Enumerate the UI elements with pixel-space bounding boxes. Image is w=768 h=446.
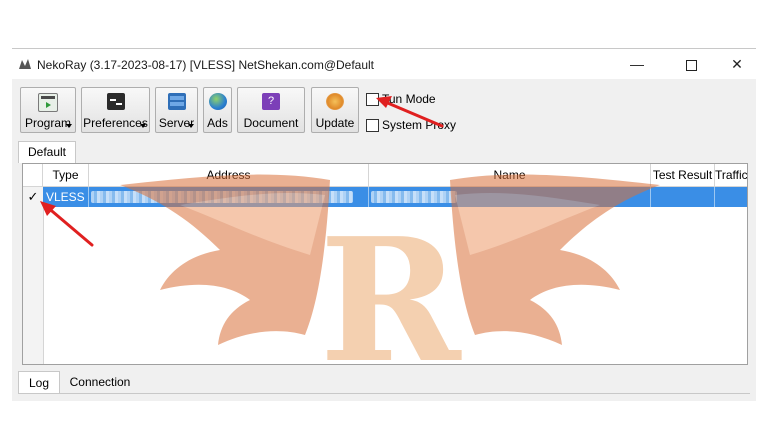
- ads-button[interactable]: Ads: [203, 87, 232, 133]
- ads-label: Ads: [207, 116, 228, 130]
- tun-mode-label: Tun Mode: [382, 92, 436, 106]
- preferences-button[interactable]: Preferences: [81, 87, 150, 133]
- program-button[interactable]: Program: [20, 87, 76, 133]
- program-icon: [38, 93, 58, 112]
- blurred-address: [91, 191, 353, 203]
- header-traffic[interactable]: Traffic: [715, 164, 747, 186]
- system-proxy-label: System Proxy: [382, 118, 457, 132]
- chevron-down-icon: [188, 124, 194, 128]
- check-icon: ✓: [23, 187, 43, 207]
- title-bar: NekoRay (3.17-2023-08-17) [VLESS] NetShe…: [12, 49, 756, 79]
- close-icon: ✕: [731, 56, 743, 72]
- document-label: Document: [243, 116, 299, 130]
- system-proxy-checkbox[interactable]: [366, 119, 379, 132]
- update-button[interactable]: Update: [311, 87, 359, 133]
- server-icon: [167, 93, 186, 110]
- document-button[interactable]: ? Document: [237, 87, 305, 133]
- cell-name: [369, 187, 651, 207]
- maximize-icon: [685, 59, 697, 71]
- header-address[interactable]: Address: [89, 164, 369, 186]
- update-label: Update: [315, 116, 355, 130]
- bottom-tab-bar: Log Connection: [18, 371, 750, 394]
- minimize-icon: —: [630, 56, 644, 72]
- tab-default[interactable]: Default: [18, 141, 76, 163]
- cell-test-result: [651, 187, 715, 207]
- app-icon: [19, 59, 31, 69]
- help-book-icon: ?: [262, 93, 280, 110]
- chevron-down-icon: [66, 124, 72, 128]
- maximize-button[interactable]: [668, 49, 714, 79]
- chevron-down-icon: [140, 124, 146, 128]
- cell-traffic: [715, 187, 747, 207]
- tun-mode-checkbox[interactable]: [366, 93, 379, 106]
- table-row[interactable]: ✓ VLESS: [23, 187, 747, 207]
- cell-address: [89, 187, 369, 207]
- preferences-label: Preferences: [83, 116, 148, 130]
- globe-icon: [208, 93, 227, 110]
- tab-log-label: Log: [28, 376, 50, 390]
- header-type[interactable]: Type: [43, 164, 89, 186]
- server-table: Type Address Name Test Result Traffic ✓ …: [22, 163, 748, 365]
- terminal-icon: [106, 93, 125, 110]
- header-corner: [23, 164, 43, 186]
- blurred-name: [371, 191, 457, 203]
- tab-default-label: Default: [27, 145, 67, 159]
- server-button[interactable]: Server: [155, 87, 198, 133]
- cell-type: VLESS: [43, 187, 89, 207]
- tab-log[interactable]: Log: [18, 371, 60, 393]
- header-test-result[interactable]: Test Result: [651, 164, 715, 186]
- toolbar: Program Preferences Server Ads ? Documen…: [12, 79, 756, 137]
- minimize-button[interactable]: —: [614, 49, 660, 79]
- close-button[interactable]: ✕: [714, 49, 760, 79]
- table-header: Type Address Name Test Result Traffic: [23, 164, 747, 187]
- window-title: NekoRay (3.17-2023-08-17) [VLESS] NetShe…: [37, 58, 375, 72]
- nekoray-window: NekoRay (3.17-2023-08-17) [VLESS] NetShe…: [12, 48, 756, 401]
- tab-connection[interactable]: Connection: [64, 371, 136, 393]
- header-name[interactable]: Name: [369, 164, 651, 186]
- tab-connection-label: Connection: [69, 375, 131, 389]
- update-icon: [326, 93, 344, 110]
